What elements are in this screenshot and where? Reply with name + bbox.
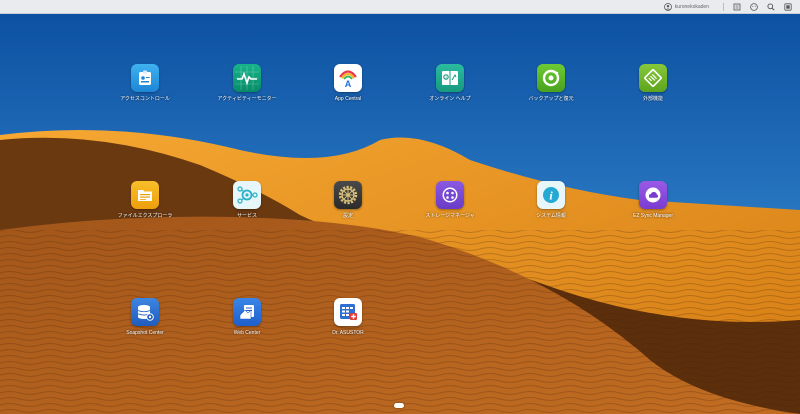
app-central-icon: A (334, 64, 362, 92)
access-control-icon (131, 64, 159, 92)
app-label: Web Center (233, 330, 261, 336)
web-center-icon (233, 298, 261, 326)
smile-button[interactable] (749, 2, 758, 11)
services-icon (233, 181, 261, 209)
user-menu[interactable]: kuronekokaden (663, 0, 709, 13)
divider (723, 2, 724, 11)
app-services[interactable]: サービス (212, 181, 282, 219)
desktop: kuronekokaden アクセスコントロール アクティビティーモニター A (0, 0, 800, 414)
external-devices-icon (639, 64, 667, 92)
app-app-central[interactable]: A App Central (313, 64, 383, 102)
app-dr-asustor[interactable]: Dr. ASUSTOR (313, 298, 383, 336)
system-info-icon: i (537, 181, 565, 209)
app-label: アクセスコントロール (120, 96, 170, 102)
notes-button[interactable] (732, 2, 741, 11)
app-system-info[interactable]: i システム情報 (516, 181, 586, 219)
widget-icon (783, 2, 792, 11)
username-label: kuronekokaden (674, 3, 709, 10)
app-ez-sync-manager[interactable]: EZ Sync Manager (618, 181, 688, 219)
backup-restore-icon (537, 64, 565, 92)
online-help-icon: ? (436, 64, 464, 92)
app-label: アクティビティーモニター (217, 96, 277, 102)
app-label: Snapshot Center (126, 330, 164, 336)
app-activity-monitor[interactable]: アクティビティーモニター (212, 64, 282, 102)
search-icon (766, 2, 775, 11)
user-icon (663, 2, 672, 11)
app-label: 設定 (342, 213, 353, 219)
app-external-devices[interactable]: 外部機能 (618, 64, 688, 102)
app-access-control[interactable]: アクセスコントロール (110, 64, 180, 102)
app-backup-restore[interactable]: バックアップと復元 (516, 64, 586, 102)
snapshot-center-icon (131, 298, 159, 326)
notes-icon (733, 3, 740, 10)
app-web-center[interactable]: Web Center (212, 298, 282, 336)
search-button[interactable] (766, 2, 775, 11)
app-label: バックアップと復元 (528, 96, 574, 102)
app-label: Dr. ASUSTOR (332, 330, 364, 336)
settings-icon (334, 181, 362, 209)
app-label: ストレージマネージャ (425, 213, 475, 219)
dr-asustor-icon (334, 298, 362, 326)
app-label: App Central (334, 96, 362, 102)
app-label: オンライン ヘルプ (429, 96, 471, 102)
app-label: サービス (236, 213, 257, 219)
smile-icon (749, 2, 758, 11)
app-label: EZ Sync Manager (632, 213, 674, 219)
page-indicator[interactable] (394, 403, 404, 408)
ez-sync-icon (639, 181, 667, 209)
app-file-explorer[interactable]: ファイルエクスプローラ (110, 181, 180, 219)
app-settings[interactable]: 設定 (313, 181, 383, 219)
app-storage-manager[interactable]: ストレージマネージャ (415, 181, 485, 219)
app-label: ファイルエクスプローラ (117, 213, 173, 219)
widget-button[interactable] (783, 2, 792, 11)
app-label: システム情報 (536, 213, 566, 219)
svg-text:A: A (345, 79, 352, 89)
app-snapshot-center[interactable]: Snapshot Center (110, 298, 180, 336)
file-explorer-icon (131, 181, 159, 209)
app-online-help[interactable]: ? オンライン ヘルプ (415, 64, 485, 102)
app-label: 外部機能 (642, 96, 663, 102)
activity-monitor-icon (233, 64, 261, 92)
top-taskbar: kuronekokaden (0, 0, 800, 14)
storage-manager-icon (436, 181, 464, 209)
